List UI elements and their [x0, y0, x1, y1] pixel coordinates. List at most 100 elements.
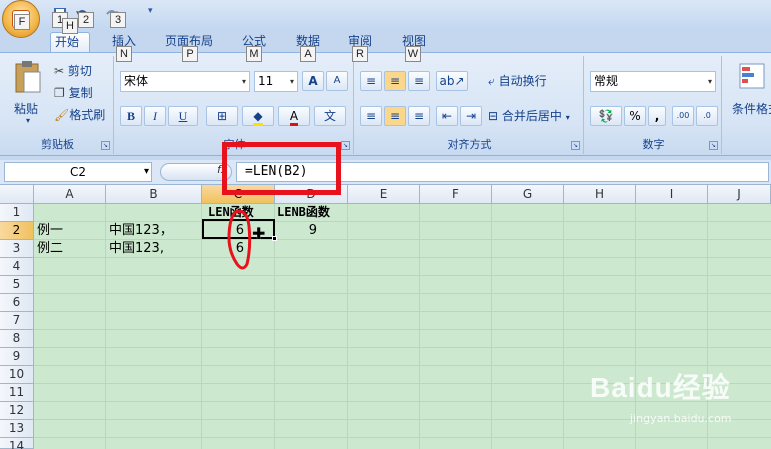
underline-button[interactable]: U — [168, 106, 198, 126]
alignment-group: ≡ ≡ ≡ ab↗ ≡ ≡ ≡ ⇤ ⇥ ⤶ 自动换行 ⊟ 合并后居中 ▾ 对齐方… — [356, 56, 584, 154]
paint-bucket-icon: ◆ — [253, 109, 263, 126]
title-bar: ⊞ F 1 2 3 ▾ — [0, 0, 771, 38]
align-bottom-button[interactable]: ≡ — [408, 71, 430, 91]
bold-button[interactable]: B — [120, 106, 142, 126]
cell-a3[interactable]: 例二 — [37, 240, 63, 258]
phonetic-button[interactable]: 文 — [314, 106, 346, 126]
copy-button[interactable]: ❐ 复制 — [54, 84, 93, 101]
select-all-corner[interactable] — [0, 185, 34, 204]
font-launcher-icon[interactable]: ↘ — [341, 141, 350, 150]
column-header-a[interactable]: A — [34, 185, 106, 204]
align-right-icon: ≡ — [413, 109, 425, 123]
clipboard-group-label: 剪贴板 — [41, 138, 74, 151]
percent-button[interactable]: % — [624, 106, 646, 126]
column-header-g[interactable]: G — [492, 185, 564, 204]
column-header-f[interactable]: F — [420, 185, 492, 204]
row-header-3[interactable]: 3 — [0, 240, 34, 258]
column-header-b[interactable]: B — [106, 185, 202, 204]
align-right-button[interactable]: ≡ — [408, 106, 430, 126]
number-launcher-icon[interactable]: ↘ — [709, 141, 718, 150]
clipboard-launcher-icon[interactable]: ↘ — [101, 141, 110, 150]
column-header-e[interactable]: E — [348, 185, 420, 204]
italic-button[interactable]: I — [144, 106, 166, 126]
row-header-10[interactable]: 10 — [0, 366, 34, 384]
gridline — [563, 204, 564, 449]
align-top-button[interactable]: ≡ — [360, 71, 382, 91]
wrap-text-button[interactable]: ⤶ 自动换行 — [488, 72, 547, 89]
increase-indent-button[interactable]: ⇥ — [460, 106, 482, 126]
conditional-format-button[interactable]: 条件格式 — [732, 100, 771, 117]
formula-bar: C2 ▾ fx =LEN(B2) — [0, 160, 771, 185]
font-name-combo[interactable]: 宋体 ▾ — [120, 71, 250, 92]
cell-b3[interactable]: 中国123, — [109, 240, 164, 258]
decrease-decimal-button[interactable]: .0 — [696, 106, 718, 126]
gridline — [34, 329, 771, 330]
row-header-5[interactable]: 5 — [0, 276, 34, 294]
align-top-icon: ≡ — [365, 74, 377, 88]
cell-d1[interactable]: LENB函数 — [277, 204, 330, 222]
font-size-combo[interactable]: 11 ▾ — [254, 71, 298, 92]
scissors-icon: ✂ — [54, 64, 65, 78]
row-header-4[interactable]: 4 — [0, 258, 34, 276]
merge-center-label: 合并后居中 — [501, 109, 562, 123]
font-color-button[interactable]: A — [278, 106, 310, 126]
align-middle-button[interactable]: ≡ — [384, 71, 406, 91]
gridline — [34, 293, 771, 294]
column-header-j[interactable]: J — [708, 185, 771, 204]
wrap-text-label: 自动换行 — [498, 74, 547, 88]
cell-b2[interactable]: 中国123， — [109, 222, 173, 240]
gridline — [34, 311, 771, 312]
align-center-button[interactable]: ≡ — [384, 106, 406, 126]
row-header-6[interactable]: 6 — [0, 294, 34, 312]
merge-center-button[interactable]: ⊟ 合并后居中 ▾ — [488, 107, 570, 124]
column-header-h[interactable]: H — [564, 185, 636, 204]
customize-toolbar-icon[interactable]: ▾ — [148, 6, 153, 16]
format-painter-label: 格式刷 — [69, 108, 106, 122]
fill-handle[interactable] — [272, 236, 277, 241]
fill-color-button[interactable]: ◆ — [242, 106, 274, 126]
shrink-font-label: A — [333, 75, 341, 86]
align-center-icon: ≡ — [389, 109, 401, 123]
paste-button[interactable]: 粘贴 — [14, 100, 38, 117]
number-format-combo[interactable]: 常规 ▾ — [590, 71, 716, 92]
cell-d2[interactable]: 9 — [275, 222, 321, 240]
annotation-highlight-box — [222, 142, 341, 195]
decrease-indent-icon: ⇤ — [441, 109, 453, 123]
cell-a2[interactable]: 例一 — [37, 222, 63, 240]
row-header-2[interactable]: 2 — [0, 222, 34, 240]
decrease-indent-button[interactable]: ⇤ — [436, 106, 458, 126]
row-header-8[interactable]: 8 — [0, 330, 34, 348]
cut-button[interactable]: ✂ 剪切 — [54, 62, 92, 79]
shrink-font-button[interactable]: A — [326, 71, 348, 91]
font-group: 宋体 ▾ 11 ▾ A A B I U ⊞ ◆ A 文 字体 ↘ — [116, 56, 354, 154]
name-box[interactable]: C2 ▾ — [4, 162, 152, 182]
row-header-7[interactable]: 7 — [0, 312, 34, 330]
keytip-data: A — [300, 46, 316, 62]
keytip-undo: 2 — [78, 12, 94, 28]
tab-home[interactable]: 开始 — [50, 32, 90, 52]
row-header-9[interactable]: 9 — [0, 348, 34, 366]
row-header-13[interactable]: 13 — [0, 420, 34, 438]
borders-button[interactable]: ⊞ — [206, 106, 238, 126]
paste-dropdown-icon[interactable]: ▾ — [26, 116, 30, 125]
format-painter-button[interactable]: 🖌格式刷 — [54, 106, 105, 123]
increase-decimal-button[interactable]: .00 — [672, 106, 694, 126]
align-left-button[interactable]: ≡ — [360, 106, 382, 126]
row-header-12[interactable]: 12 — [0, 402, 34, 420]
decrease-decimal-icon: .0 — [703, 111, 711, 120]
comma-button[interactable]: , — [648, 106, 666, 126]
row-header-14[interactable]: 14 — [0, 438, 34, 449]
grow-font-button[interactable]: A — [302, 71, 324, 91]
keytip-page-layout: P — [182, 46, 198, 62]
accounting-button[interactable]: 💱 — [590, 106, 622, 126]
row-header-1[interactable]: 1 — [0, 204, 34, 222]
paste-icon[interactable] — [12, 60, 44, 96]
conditional-format-icon[interactable] — [738, 62, 766, 90]
orientation-button[interactable]: ab↗ — [436, 71, 468, 91]
column-header-i[interactable]: I — [636, 185, 708, 204]
grow-font-label: A — [308, 74, 318, 88]
alignment-group-label: 对齐方式 — [447, 138, 492, 151]
align-left-icon: ≡ — [365, 109, 377, 123]
row-header-11[interactable]: 11 — [0, 384, 34, 402]
alignment-launcher-icon[interactable]: ↘ — [571, 141, 580, 150]
